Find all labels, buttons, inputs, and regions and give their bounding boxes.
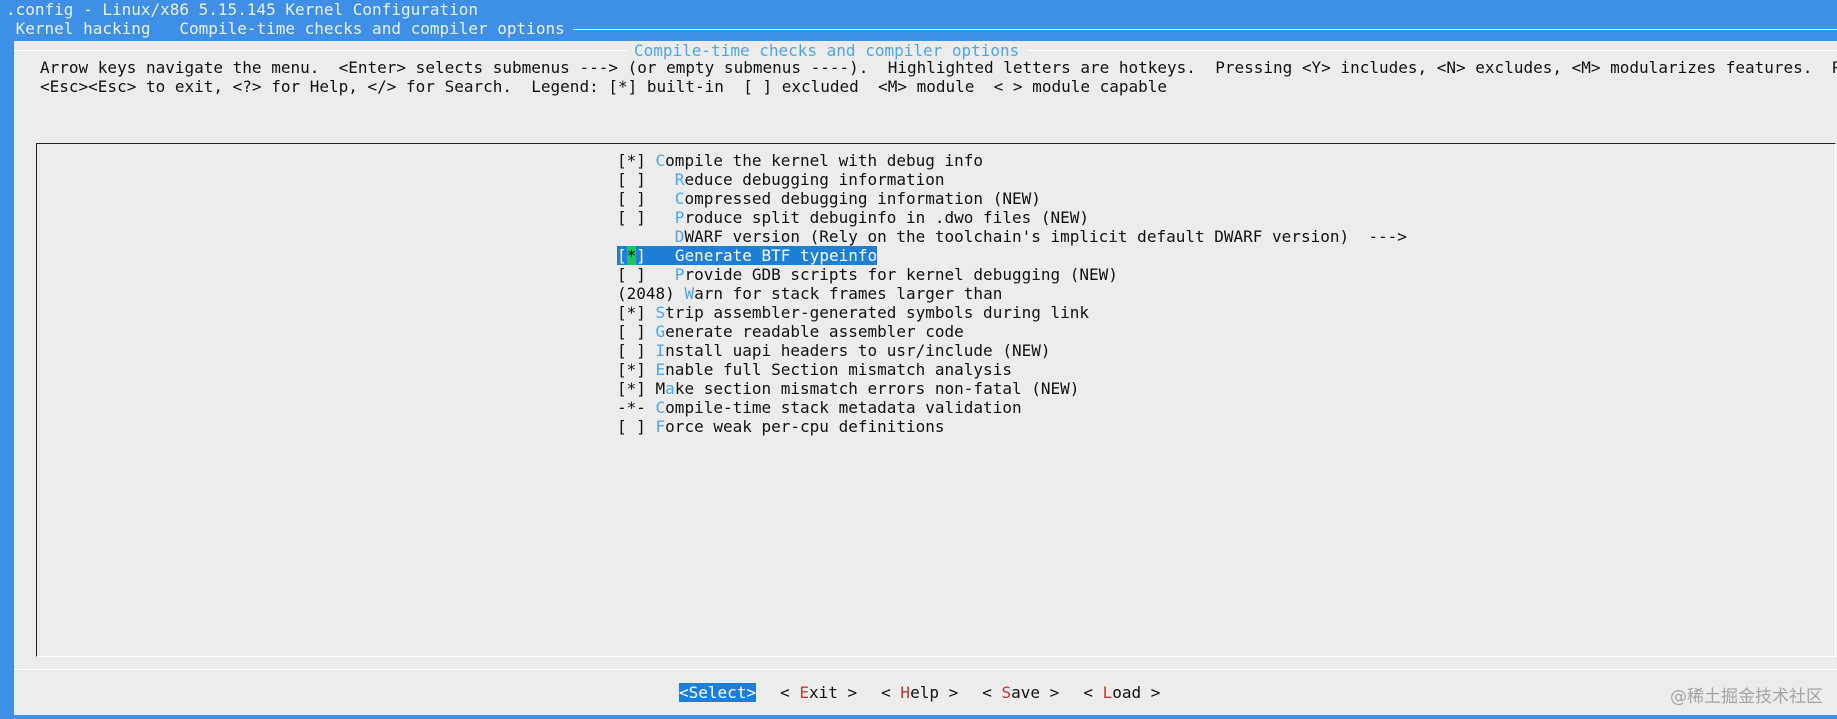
- menu-item-label: ompile the kernel with debug info: [665, 151, 984, 170]
- menu-item-label: orce weak per-cpu definitions: [665, 417, 945, 436]
- menu-item-hotkey: C: [655, 151, 666, 170]
- menu-item-stack-frame-warning[interactable]: (2048) Warn for stack frames larger than: [617, 284, 1407, 303]
- menu-item-label: ompile-time stack metadata validation: [665, 398, 1022, 417]
- menu-item-split-debuginfo[interactable]: [ ] Produce split debuginfo in .dwo file…: [617, 208, 1407, 227]
- menu-item-label: nstall uapi headers to usr/include (NEW): [665, 341, 1051, 360]
- menu-item-label: trip assembler-generated symbols during …: [665, 303, 1090, 322]
- menu-item-hotkey: I: [655, 341, 666, 360]
- menu-item-install-uapi-headers[interactable]: [ ] Install uapi headers to usr/include …: [617, 341, 1407, 360]
- menu-item-hotkey: P: [674, 265, 685, 284]
- title-rule-left: [14, 50, 626, 51]
- menu-item-label: WARF version (Rely on the toolchain's im…: [684, 227, 1407, 246]
- menu-item-prefix: [ ]: [617, 341, 656, 360]
- menu-item-hotkey: a: [665, 379, 675, 398]
- menu-item-mismatch-non-fatal[interactable]: [*] Make section mismatch errors non-fat…: [617, 379, 1407, 398]
- menu-item-weak-per-cpu[interactable]: [ ] Force weak per-cpu definitions: [617, 417, 1407, 436]
- menu-item-prefix: [ ]: [617, 170, 675, 189]
- menu-item-prefix: [ ]: [617, 189, 675, 208]
- menu-item-compressed-debugging[interactable]: [ ] Compressed debugging information (NE…: [617, 189, 1407, 208]
- menu-item-label: ke section mismatch errors non-fatal (NE…: [674, 379, 1080, 398]
- menu-item-label: enerate BTF typeinfo: [684, 246, 878, 265]
- menu-item-hotkey: D: [674, 227, 685, 246]
- breadcrumb-item-compile-time-checks[interactable]: Compile-time checks and compiler options: [170, 19, 564, 38]
- menu-item-prefix: [*]: [617, 303, 656, 322]
- help-button[interactable]: < Help >: [881, 683, 958, 702]
- selected-highlight: [*] Generate BTF typeinfo: [617, 246, 878, 265]
- button-bar: <Select> < Exit > < Help > < Save > < Lo…: [679, 683, 1184, 702]
- menu-item-section-mismatch-analysis[interactable]: [*] Enable full Section mismatch analysi…: [617, 360, 1407, 379]
- menu-item-hotkey: C: [655, 398, 666, 417]
- menu-item-label: enerate readable assembler code: [665, 322, 964, 341]
- menu-item-label: roduce split debuginfo in .dwo files (NE…: [684, 208, 1090, 227]
- menu-item-hotkey: E: [655, 360, 666, 379]
- breadcrumb: Kernel hacking Compile-time checks and c…: [0, 19, 1837, 38]
- menu-item-stack-metadata-validation[interactable]: -*- Compile-time stack metadata validati…: [617, 398, 1407, 417]
- menu-item-dwarf-version[interactable]: DWARF version (Rely on the toolchain's i…: [617, 227, 1407, 246]
- menu-item-prefix: [ ]: [617, 417, 656, 436]
- menu-item-compile-debug-info[interactable]: [*] Compile the kernel with debug info: [617, 151, 1407, 170]
- menu-item-prefix: [ ]: [617, 322, 656, 341]
- help-line-1: Arrow keys navigate the menu. <Enter> se…: [40, 58, 1837, 77]
- menu-item-hotkey: G: [655, 322, 666, 341]
- menu-item-hotkey: P: [674, 208, 685, 227]
- menu-item-prefix: [: [617, 246, 627, 265]
- menu-item-prefix: [*] M: [617, 379, 666, 398]
- menu-item-readable-assembler[interactable]: [ ] Generate readable assembler code: [617, 322, 1407, 341]
- menu-item-prefix: [617, 227, 675, 246]
- menu-item-hotkey: S: [655, 303, 666, 322]
- menu-item-label: rovide GDB scripts for kernel debugging …: [684, 265, 1118, 284]
- button-separator: [14, 669, 1837, 670]
- menu-item-label: nable full Section mismatch analysis: [665, 360, 1012, 379]
- menu-item-label: ompressed debugging information (NEW): [684, 189, 1041, 208]
- breadcrumb-rule: [572, 28, 1837, 30]
- menu-item-hotkey: G: [674, 246, 685, 265]
- window-title: .config - Linux/x86 5.15.145 Kernel Conf…: [6, 0, 479, 19]
- menu-item-hotkey: R: [674, 170, 685, 189]
- menu-item-hotkey: C: [674, 189, 685, 208]
- menu-item-generate-btf-typeinfo[interactable]: [*] Generate BTF typeinfo: [617, 246, 1407, 265]
- menu-item-hotkey: F: [655, 417, 666, 436]
- menu-item-prefix: [ ]: [617, 208, 675, 227]
- menu-item-prefix: [*]: [617, 360, 656, 379]
- load-button[interactable]: < Load >: [1083, 683, 1160, 702]
- select-button[interactable]: <Select>: [679, 683, 757, 702]
- menu-item-prefix: -*-: [617, 398, 656, 417]
- menu-item-label: arn for stack frames larger than: [694, 284, 1003, 303]
- menu-item-gdb-scripts[interactable]: [ ] Provide GDB scripts for kernel debug…: [617, 265, 1407, 284]
- help-line-2: <Esc><Esc> to exit, <?> for Help, </> fo…: [40, 77, 1168, 96]
- title-rule-right: [1027, 50, 1837, 51]
- save-button[interactable]: < Save >: [982, 683, 1059, 702]
- menu-item-hotkey: W: [684, 284, 695, 303]
- menu-item-prefix: [ ]: [617, 265, 675, 284]
- menu-item-label: educe debugging information: [684, 170, 945, 189]
- menuconfig-dialog: Compile-time checks and compiler options…: [14, 41, 1837, 715]
- watermark: @稀土掘金技术社区: [1670, 687, 1823, 707]
- menu-item-reduce-debugging[interactable]: [ ] Reduce debugging information: [617, 170, 1407, 189]
- checkbox-cursor[interactable]: *: [626, 246, 637, 265]
- menu-item-strip-assembler-symbols[interactable]: [*] Strip assembler-generated symbols du…: [617, 303, 1407, 322]
- breadcrumb-item-kernel-hacking[interactable]: Kernel hacking: [6, 19, 151, 38]
- help-text: Arrow keys navigate the menu. <Enter> se…: [40, 58, 1837, 96]
- menu-item-prefix: (2048): [617, 284, 685, 303]
- menu-list: [*] Compile the kernel with debug info […: [617, 151, 1407, 436]
- exit-button[interactable]: < Exit >: [780, 683, 857, 702]
- menu-item-prefix: ]: [636, 246, 675, 265]
- menu-item-prefix: [*]: [617, 151, 656, 170]
